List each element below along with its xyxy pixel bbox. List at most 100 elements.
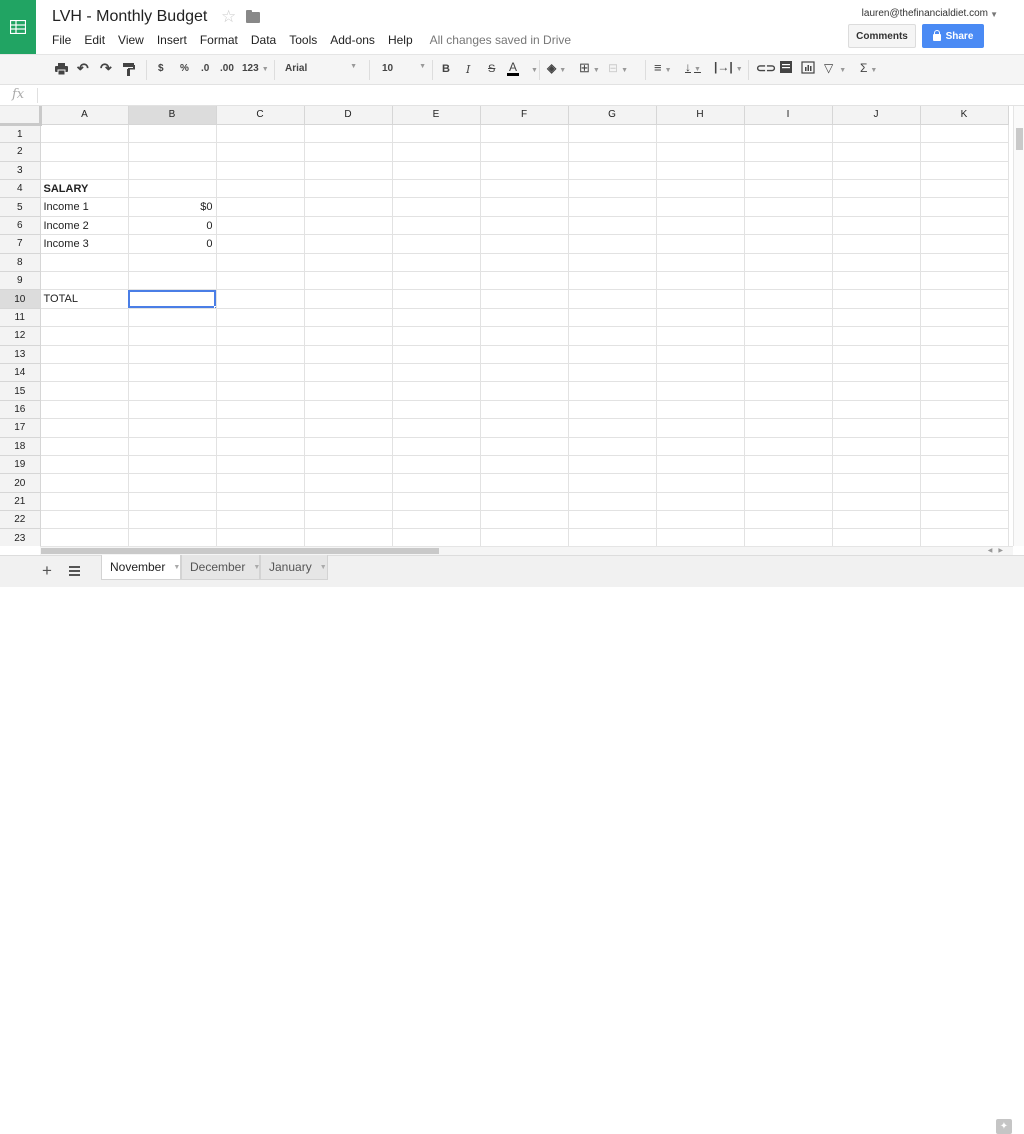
cell-h21[interactable] xyxy=(656,492,745,512)
cell-d18[interactable] xyxy=(304,437,393,456)
menu-tools[interactable]: Tools xyxy=(289,33,317,47)
cell-b13[interactable] xyxy=(128,345,217,364)
cell-d6[interactable] xyxy=(304,216,393,236)
column-header-d[interactable]: D xyxy=(304,106,393,125)
cell-e9[interactable] xyxy=(392,271,481,291)
scroll-arrows-icon[interactable]: ◀▶ xyxy=(988,547,1009,554)
cell-d9[interactable] xyxy=(304,271,393,291)
cell-f21[interactable] xyxy=(480,492,569,512)
cell-h18[interactable] xyxy=(656,437,745,456)
cell-e18[interactable] xyxy=(392,437,481,456)
cell-d11[interactable] xyxy=(304,308,393,328)
redo-icon[interactable]: ↷ xyxy=(100,60,112,77)
cell-a3[interactable] xyxy=(40,161,129,181)
cell-d2[interactable] xyxy=(304,142,393,162)
cell-d12[interactable] xyxy=(304,326,393,346)
cell-e16[interactable] xyxy=(392,400,481,420)
cell-c13[interactable] xyxy=(216,345,305,364)
user-email[interactable]: lauren@thefinancialdiet.com xyxy=(862,8,988,19)
cell-g15[interactable] xyxy=(568,381,657,401)
cell-a17[interactable] xyxy=(40,418,129,438)
cell-a14[interactable] xyxy=(40,363,129,383)
cell-d8[interactable] xyxy=(304,253,393,273)
cell-j20[interactable] xyxy=(832,473,921,493)
column-header-k[interactable]: K xyxy=(920,106,1009,125)
cell-f14[interactable] xyxy=(480,363,569,383)
cell-b5[interactable]: $0 xyxy=(128,197,217,217)
cell-h8[interactable] xyxy=(656,253,745,273)
cell-e15[interactable] xyxy=(392,381,481,401)
cell-k18[interactable] xyxy=(920,437,1009,456)
cell-g10[interactable] xyxy=(568,289,657,309)
horizontal-align-icon[interactable]: ≡ ▼ xyxy=(654,60,672,75)
cell-g7[interactable] xyxy=(568,234,657,254)
sheet-tab-december[interactable]: December ▼ xyxy=(181,555,260,580)
cell-f19[interactable] xyxy=(480,455,569,475)
cell-i3[interactable] xyxy=(744,161,833,181)
cell-b17[interactable] xyxy=(128,418,217,438)
comments-button[interactable]: Comments xyxy=(848,24,916,48)
cell-d3[interactable] xyxy=(304,161,393,181)
dropdown-caret-icon[interactable]: ▼ xyxy=(320,564,327,571)
row-header[interactable]: 14 xyxy=(0,363,41,383)
menu-edit[interactable]: Edit xyxy=(84,33,105,47)
cell-b2[interactable] xyxy=(128,142,217,162)
cell-g21[interactable] xyxy=(568,492,657,512)
cell-f16[interactable] xyxy=(480,400,569,420)
cell-h9[interactable] xyxy=(656,271,745,291)
cell-k7[interactable] xyxy=(920,234,1009,254)
cell-d19[interactable] xyxy=(304,455,393,475)
cell-k21[interactable] xyxy=(920,492,1009,512)
filter-icon[interactable]: ▽ ▼ xyxy=(824,61,846,75)
row-header[interactable]: 1 xyxy=(0,124,41,144)
row-header[interactable]: 18 xyxy=(0,437,41,456)
menu-insert[interactable]: Insert xyxy=(157,33,187,47)
cell-g14[interactable] xyxy=(568,363,657,383)
cell-k9[interactable] xyxy=(920,271,1009,291)
font-size-select[interactable]: 10 ▼ xyxy=(382,63,426,74)
cell-f12[interactable] xyxy=(480,326,569,346)
cell-b3[interactable] xyxy=(128,161,217,181)
cell-b10[interactable] xyxy=(128,289,217,309)
cell-j3[interactable] xyxy=(832,161,921,181)
cell-k20[interactable] xyxy=(920,473,1009,493)
cell-j22[interactable] xyxy=(832,510,921,530)
cell-i19[interactable] xyxy=(744,455,833,475)
cell-a1[interactable] xyxy=(40,124,129,144)
cell-f20[interactable] xyxy=(480,473,569,493)
cell-c17[interactable] xyxy=(216,418,305,438)
cell-j8[interactable] xyxy=(832,253,921,273)
row-header[interactable]: 4 xyxy=(0,179,41,199)
merge-cells-icon[interactable]: ⊟ ▼ xyxy=(608,61,628,75)
cell-j1[interactable] xyxy=(832,124,921,144)
row-header[interactable]: 19 xyxy=(0,455,41,475)
cell-a12[interactable] xyxy=(40,326,129,346)
cell-f2[interactable] xyxy=(480,142,569,162)
cell-a9[interactable] xyxy=(40,271,129,291)
font-family-select[interactable]: Arial ▼ xyxy=(285,63,357,74)
cell-g23[interactable] xyxy=(568,528,657,546)
cell-b8[interactable] xyxy=(128,253,217,273)
folder-icon[interactable] xyxy=(246,10,260,23)
cell-k1[interactable] xyxy=(920,124,1009,144)
cell-i16[interactable] xyxy=(744,400,833,420)
cell-e11[interactable] xyxy=(392,308,481,328)
cell-b1[interactable] xyxy=(128,124,217,144)
cell-a5[interactable]: Income 1 xyxy=(40,197,129,217)
cell-c22[interactable] xyxy=(216,510,305,530)
cell-c15[interactable] xyxy=(216,381,305,401)
cell-i12[interactable] xyxy=(744,326,833,346)
cell-b20[interactable] xyxy=(128,473,217,493)
cell-a7[interactable]: Income 3 xyxy=(40,234,129,254)
cell-g17[interactable] xyxy=(568,418,657,438)
cell-b22[interactable] xyxy=(128,510,217,530)
cell-h16[interactable] xyxy=(656,400,745,420)
cell-f22[interactable] xyxy=(480,510,569,530)
cell-g3[interactable] xyxy=(568,161,657,181)
cell-j2[interactable] xyxy=(832,142,921,162)
percent-format-button[interactable]: % xyxy=(180,63,189,74)
undo-icon[interactable]: ↶ xyxy=(77,60,89,77)
document-title[interactable]: LVH - Monthly Budget xyxy=(52,8,207,26)
cell-h13[interactable] xyxy=(656,345,745,364)
cell-d23[interactable] xyxy=(304,528,393,546)
